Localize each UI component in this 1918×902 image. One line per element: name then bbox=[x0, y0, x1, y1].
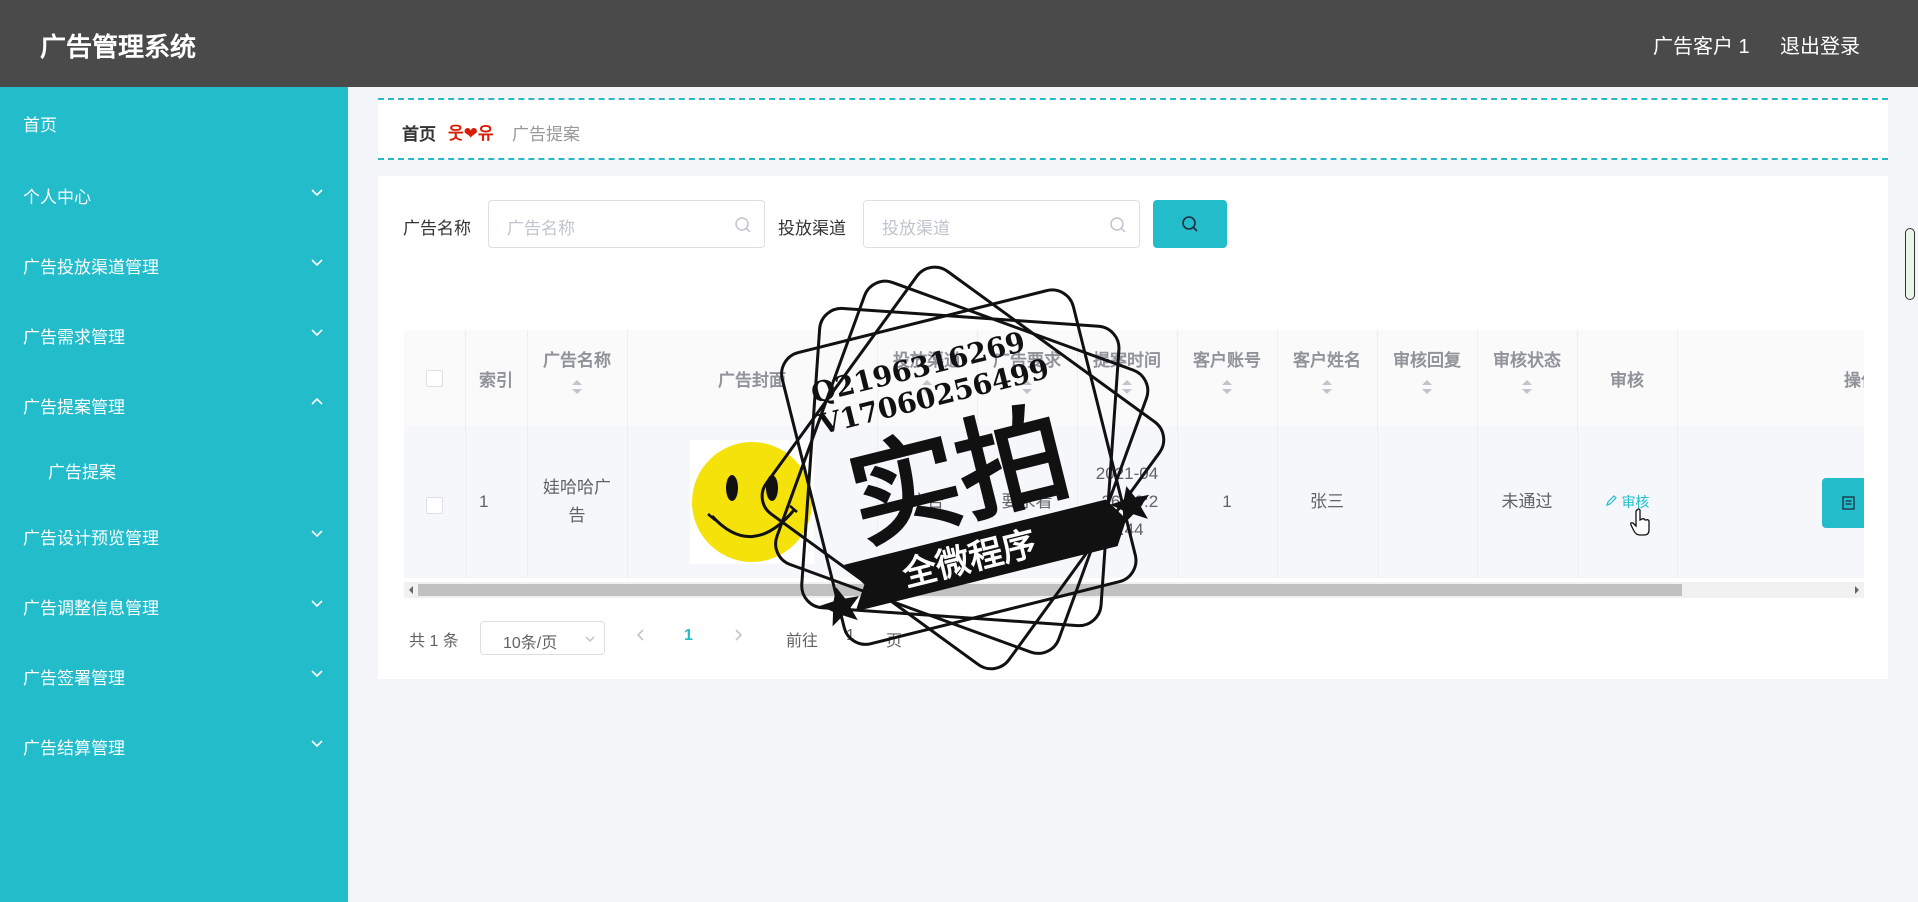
search-icon bbox=[735, 217, 751, 233]
app-title: 广告管理系统 bbox=[40, 32, 197, 62]
breadcrumb-current: 广告提案 bbox=[512, 125, 580, 144]
sort-icon[interactable] bbox=[1520, 379, 1534, 395]
chevron-down-icon bbox=[311, 189, 323, 197]
chevron-down-icon bbox=[311, 530, 323, 538]
scroll-left-icon[interactable] bbox=[406, 582, 416, 598]
chevron-down-icon bbox=[311, 600, 323, 608]
column-header-reply[interactable]: 审核回复 bbox=[1377, 330, 1477, 426]
search-icon bbox=[1110, 217, 1126, 233]
column-header-name[interactable]: 广告名称 bbox=[527, 330, 627, 426]
edit-icon bbox=[1605, 495, 1617, 506]
scroll-right-icon[interactable] bbox=[1852, 582, 1862, 598]
channel-label: 投放渠道 bbox=[778, 219, 846, 238]
chevron-down-icon bbox=[311, 670, 323, 678]
chevron-down-icon bbox=[311, 329, 323, 337]
sidebar-item-label: 广告需求管理 bbox=[23, 328, 125, 347]
channel-placeholder: 投放渠道 bbox=[882, 219, 950, 238]
logout-button[interactable]: 退出登录 bbox=[1780, 30, 1860, 59]
sidebar-item-proposal[interactable]: 广告提案 bbox=[0, 444, 348, 494]
sidebar-item-personal-center[interactable]: 个人中心 bbox=[0, 169, 348, 219]
sidebar-item-label: 广告投放渠道管理 bbox=[23, 258, 159, 277]
cell-audit: 审核 bbox=[1577, 426, 1677, 578]
page-scrollbar[interactable] bbox=[1905, 228, 1915, 300]
breadcrumb-separator: 웃❤유 bbox=[448, 124, 494, 143]
chevron-down-icon bbox=[311, 740, 323, 748]
sort-icon[interactable] bbox=[1220, 379, 1234, 395]
hand-cursor-icon bbox=[1630, 508, 1650, 536]
ad-name-placeholder: 广告名称 bbox=[507, 219, 575, 238]
sort-icon[interactable] bbox=[1320, 379, 1334, 395]
ad-name-input[interactable]: 广告名称 bbox=[488, 200, 765, 248]
sidebar-item-label: 首页 bbox=[23, 116, 57, 135]
sidebar-item-label: 个人中心 bbox=[23, 188, 91, 207]
cell-index: 1 bbox=[479, 492, 489, 511]
column-header-customer[interactable]: 客户姓名 bbox=[1277, 330, 1377, 426]
column-header-label: 索引 bbox=[479, 371, 513, 390]
search-button[interactable] bbox=[1153, 200, 1227, 248]
cell-account: 1 bbox=[1222, 492, 1232, 511]
cell-customer: 张三 bbox=[1310, 492, 1344, 511]
watermark-stamp: Q2196316269 V17060256499 实拍 全微程序 bbox=[760, 265, 1166, 671]
column-header-label: 客户账号 bbox=[1193, 351, 1261, 370]
sidebar-item-label: 广告签署管理 bbox=[23, 669, 125, 688]
sidebar-item-label: 广告结算管理 bbox=[23, 739, 125, 758]
sidebar-item-home[interactable]: 首页 bbox=[0, 97, 348, 147]
breadcrumb: 首页 웃❤유 广告提案 bbox=[378, 98, 1888, 160]
cell-name: 娃哈哈广告 bbox=[543, 478, 611, 525]
page-size-value: 10条/页 bbox=[503, 635, 558, 652]
column-header-label: 客户姓名 bbox=[1293, 351, 1361, 370]
column-header-label: 审核回复 bbox=[1393, 351, 1461, 370]
document-icon bbox=[1842, 496, 1855, 510]
detail-button[interactable] bbox=[1822, 478, 1864, 528]
sidebar-item-design-preview-management[interactable]: 广告设计预览管理 bbox=[0, 510, 348, 560]
sidebar-item-label: 广告提案 bbox=[48, 463, 116, 482]
cell-reply bbox=[1377, 426, 1477, 578]
sidebar-item-settlement-management[interactable]: 广告结算管理 bbox=[0, 720, 348, 770]
column-header-status[interactable]: 审核状态 bbox=[1477, 330, 1577, 426]
row-checkbox[interactable] bbox=[426, 497, 443, 514]
column-header-label: 审核 bbox=[1610, 371, 1644, 390]
sidebar-item-proposal-management[interactable]: 广告提案管理 bbox=[0, 379, 348, 429]
sort-icon[interactable] bbox=[1420, 379, 1434, 395]
breadcrumb-home[interactable]: 首页 bbox=[402, 120, 436, 145]
ad-name-label: 广告名称 bbox=[403, 219, 471, 238]
column-header-label: 操作 bbox=[1844, 371, 1864, 390]
sidebar-item-adjustment-management[interactable]: 广告调整信息管理 bbox=[0, 580, 348, 630]
cell-status: 未通过 bbox=[1501, 492, 1553, 511]
column-header-index: 索引 bbox=[465, 330, 527, 426]
chevron-down-icon bbox=[311, 259, 323, 267]
column-divider bbox=[1677, 330, 1678, 578]
sidebar-item-label: 广告调整信息管理 bbox=[23, 599, 159, 618]
page-number[interactable]: 1 bbox=[684, 627, 693, 645]
column-header-account[interactable]: 客户账号 bbox=[1177, 330, 1277, 426]
channel-input[interactable]: 投放渠道 bbox=[863, 200, 1140, 248]
search-icon bbox=[1182, 216, 1198, 232]
sidebar-item-demand-management[interactable]: 广告需求管理 bbox=[0, 309, 348, 359]
sidebar-item-label: 广告提案管理 bbox=[23, 398, 125, 417]
sidebar-item-channel-management[interactable]: 广告投放渠道管理 bbox=[0, 239, 348, 289]
column-header-label: 审核状态 bbox=[1493, 351, 1561, 370]
sidebar-item-signing-management[interactable]: 广告签署管理 bbox=[0, 650, 348, 700]
top-bar: 广告管理系统 广告客户 1 退出登录 bbox=[0, 0, 1918, 87]
current-user[interactable]: 广告客户 1 bbox=[1653, 30, 1750, 59]
sidebar: 首页 个人中心 广告投放渠道管理 广告需求管理 广告提案管理 广告提案 广告设计… bbox=[0, 87, 348, 902]
chevron-up-icon bbox=[311, 397, 323, 405]
pagination-total: 共 1 条 bbox=[409, 633, 459, 650]
sort-icon[interactable] bbox=[570, 379, 584, 395]
column-header-audit[interactable]: 审核 bbox=[1577, 330, 1677, 426]
column-header-actions: 操作 bbox=[1844, 330, 1864, 426]
page-size-select[interactable]: 10条/页 bbox=[480, 621, 605, 655]
sidebar-item-label: 广告设计预览管理 bbox=[23, 529, 159, 548]
prev-page-icon[interactable] bbox=[634, 628, 648, 642]
select-all-checkbox[interactable] bbox=[426, 370, 443, 387]
chevron-down-icon bbox=[585, 636, 595, 643]
column-header-label: 广告名称 bbox=[543, 351, 611, 370]
